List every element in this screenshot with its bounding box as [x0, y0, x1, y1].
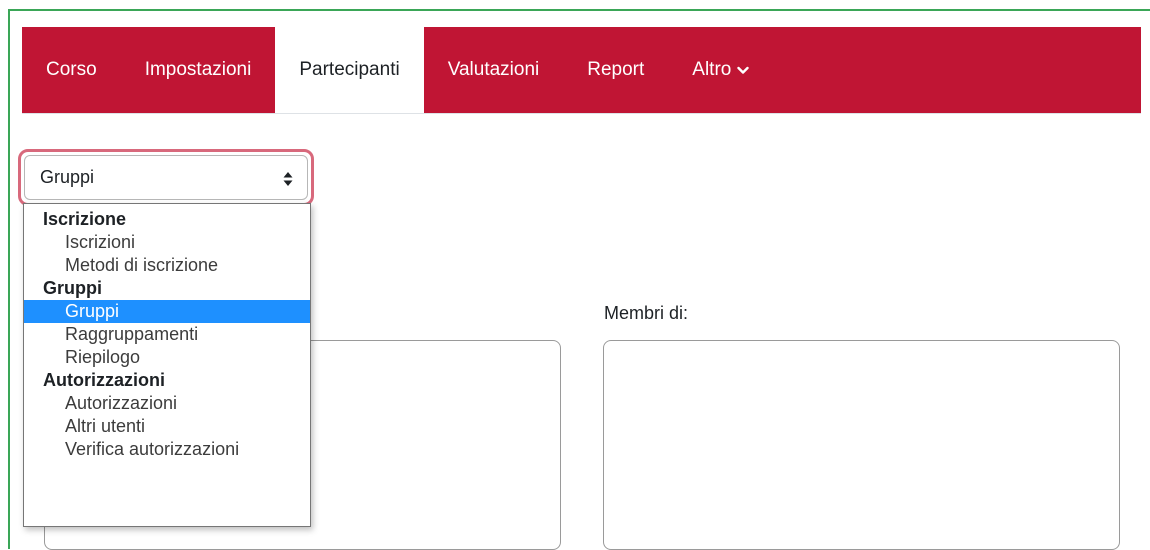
option-verifica-autorizzazioni[interactable]: Verifica autorizzazioni — [24, 438, 310, 461]
option-iscrizioni[interactable]: Iscrizioni — [24, 231, 310, 254]
nav-divider — [22, 113, 1141, 114]
secondary-navigation: Corso Impostazioni Partecipanti Valutazi… — [22, 27, 1141, 113]
tab-label: Corso — [46, 59, 97, 80]
chevron-down-icon — [737, 66, 750, 75]
option-gruppi[interactable]: Gruppi — [24, 300, 310, 323]
tab-corso[interactable]: Corso — [22, 27, 121, 113]
tab-partecipanti[interactable]: Partecipanti — [275, 27, 424, 113]
tab-valutazioni[interactable]: Valutazioni — [424, 27, 564, 113]
option-altri-utenti[interactable]: Altri utenti — [24, 415, 310, 438]
optgroup-gruppi: Gruppi — [43, 278, 102, 298]
tab-label: Partecipanti — [299, 59, 400, 80]
participants-page-select[interactable]: Gruppi — [18, 149, 314, 206]
tab-label: Impostazioni — [144, 59, 252, 80]
select-box[interactable]: Gruppi — [24, 155, 308, 200]
tab-label: Report — [587, 59, 645, 80]
option-autorizzazioni[interactable]: Autorizzazioni — [24, 392, 310, 415]
tab-impostazioni[interactable]: Impostazioni — [121, 27, 276, 113]
option-metodi-di-iscrizione[interactable]: Metodi di iscrizione — [24, 254, 310, 277]
select-dropdown-list: Iscrizione Iscrizioni Metodi di iscrizio… — [23, 203, 311, 527]
tab-label: Valutazioni — [447, 59, 540, 80]
sort-arrows-icon — [283, 170, 293, 191]
members-listbox[interactable] — [603, 340, 1120, 550]
option-riepilogo[interactable]: Riepilogo — [24, 346, 310, 369]
optgroup-iscrizione: Iscrizione — [43, 209, 127, 229]
optgroup-autorizzazioni: Autorizzazioni — [43, 370, 165, 390]
tab-altro[interactable]: Altro — [668, 27, 773, 113]
tab-label: Altro — [692, 59, 732, 80]
select-value: Gruppi — [40, 167, 95, 187]
members-label: Membri di: — [604, 303, 689, 323]
tab-report[interactable]: Report — [563, 27, 668, 113]
option-raggruppamenti[interactable]: Raggruppamenti — [24, 323, 310, 346]
